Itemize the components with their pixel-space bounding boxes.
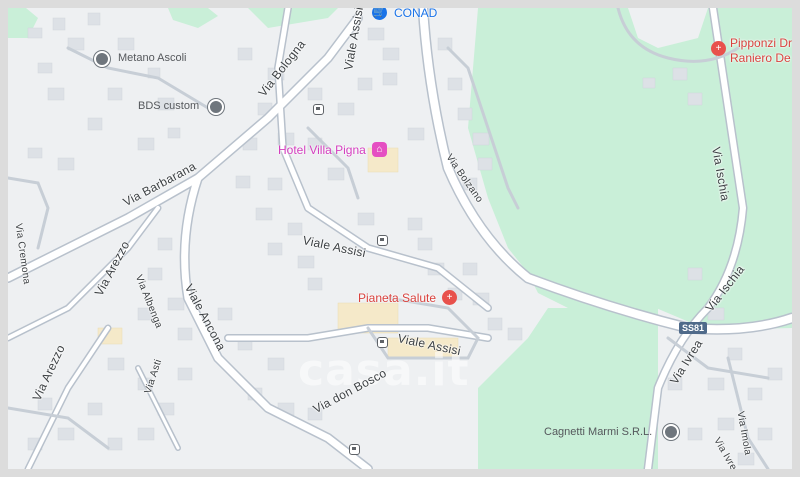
route-shield-ss81: SS81 [679,322,708,334]
map-frame: casa.it Via Bologna Viale Assisi Via Bar… [0,0,800,477]
bus-stop-icon[interactable] [377,337,388,348]
poi-pipponzi-dr[interactable]: Pipponzi Dr [730,36,792,50]
poi-hotel-villa-pigna[interactable]: Hotel Villa Pigna [278,143,366,157]
poi-bds-custom[interactable]: BDS custom [138,100,199,112]
bus-stop-icon[interactable] [349,444,360,455]
poi-cagnetti-marmi[interactable]: Cagnetti Marmi S.R.L. [544,426,652,438]
medical-icon[interactable]: + [711,41,726,56]
poi-metano-ascoli[interactable]: Metano Ascoli [118,52,186,64]
poi-pianeta-salute[interactable]: Pianeta Salute [358,291,436,305]
map-base-layer [8,8,792,469]
hotel-bed-icon[interactable]: ⌂ [372,142,387,157]
place-dot-icon[interactable] [94,51,110,67]
bus-stop-icon[interactable] [313,104,324,115]
map-canvas[interactable]: casa.it Via Bologna Viale Assisi Via Bar… [8,8,792,469]
medical-icon[interactable]: + [442,290,457,305]
poi-raniero-de[interactable]: Raniero De [730,51,791,65]
poi-conad[interactable]: CONAD [394,8,437,20]
place-dot-icon[interactable] [208,99,224,115]
place-dot-icon[interactable] [663,424,679,440]
bus-stop-icon[interactable] [377,235,388,246]
